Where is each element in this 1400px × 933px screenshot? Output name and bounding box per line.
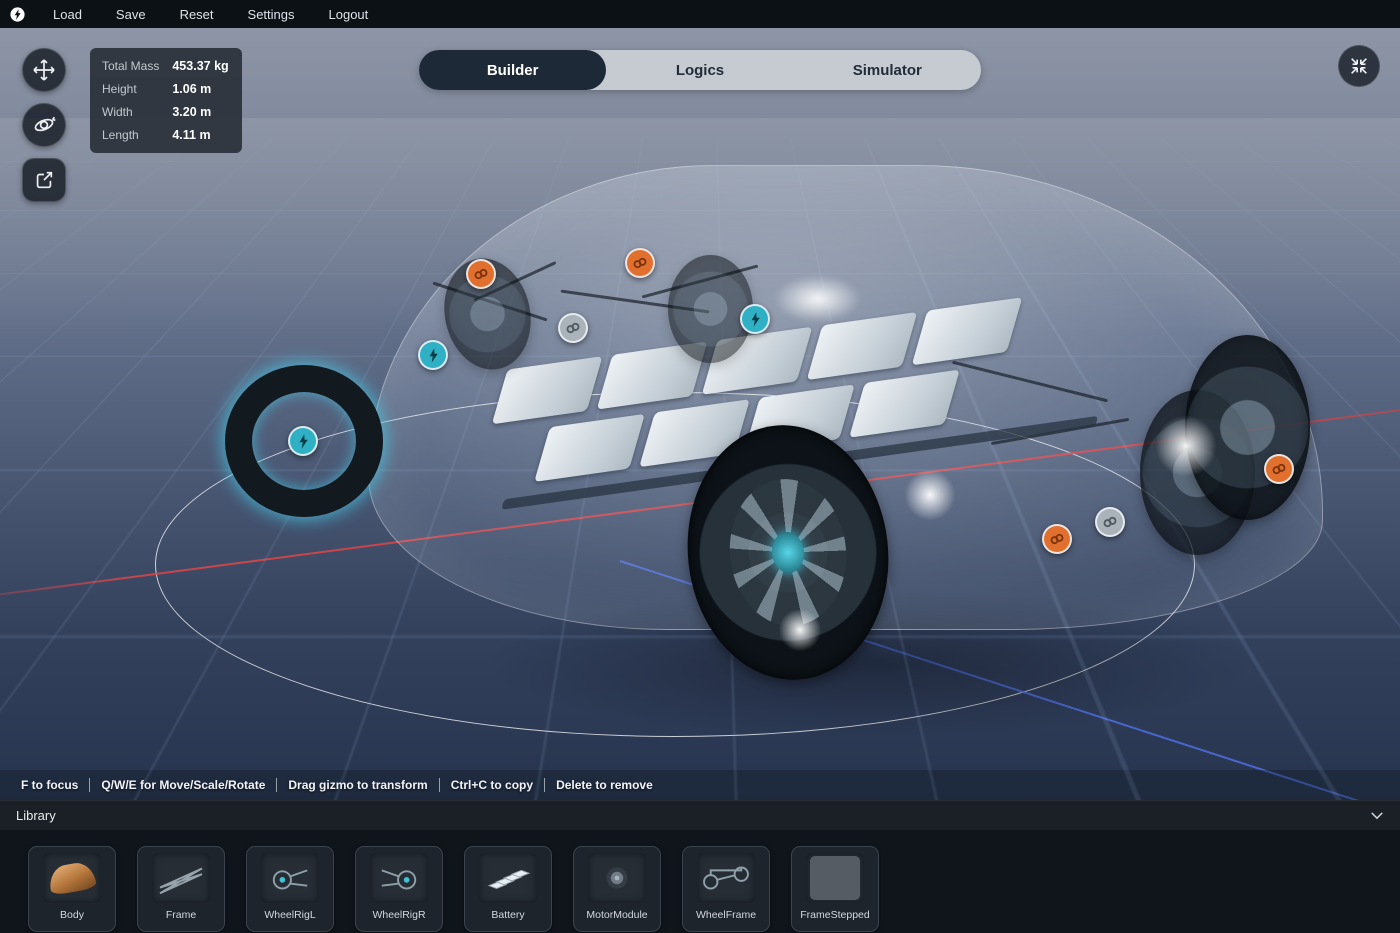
library-item-battery[interactable]: Battery	[464, 846, 552, 932]
menu-reset[interactable]: Reset	[163, 0, 231, 28]
library-item-label: MotorModule	[574, 909, 660, 921]
menubar: Load Save Reset Settings Logout	[0, 0, 1400, 28]
stat-value: 4.11 m	[172, 128, 230, 142]
menu-load[interactable]: Load	[36, 0, 99, 28]
wheel-rig-icon	[372, 857, 426, 899]
stat-value: 3.20 m	[172, 105, 230, 119]
power-icon	[295, 433, 312, 450]
battery-module	[534, 414, 645, 482]
power-connector-badge[interactable]	[288, 426, 318, 456]
export-tool-button[interactable]	[22, 158, 66, 202]
menu-settings[interactable]: Settings	[231, 0, 312, 28]
link-connector-badge[interactable]	[1042, 524, 1072, 554]
body-highlight	[770, 273, 865, 325]
collapse-view-button[interactable]	[1338, 45, 1380, 87]
motor-icon	[590, 857, 644, 899]
menu-save[interactable]: Save	[99, 0, 163, 28]
link-connector-badge[interactable]	[466, 259, 496, 289]
library-item-body[interactable]: Body	[28, 846, 116, 932]
link-connector-badge[interactable]	[1264, 454, 1294, 484]
mode-tabbar: Builder Logics Simulator	[419, 50, 981, 90]
library-item-framestepped[interactable]: FrameStepped	[791, 846, 879, 932]
body-shape-icon	[47, 860, 97, 896]
tab-simulator[interactable]: Simulator	[794, 50, 981, 90]
link-connector-badge-inactive[interactable]	[1095, 507, 1125, 537]
hint-text: Q/W/E for Move/Scale/Rotate	[89, 778, 276, 792]
library-item-wheelrigr[interactable]: WheelRigR	[355, 846, 443, 932]
library-item-label: WheelRigR	[356, 909, 442, 921]
hint-text: Ctrl+C to copy	[439, 778, 544, 792]
collapse-icon	[1348, 55, 1370, 77]
wheelrigr-thumbnail	[370, 853, 428, 903]
headlight-glow	[900, 465, 960, 525]
link-icon	[472, 265, 490, 283]
library-item-label: WheelFrame	[683, 909, 769, 921]
rotate-tool-button[interactable]	[22, 103, 66, 147]
transform-tools	[22, 48, 66, 202]
library-item-motormodule[interactable]: MotorModule	[573, 846, 661, 932]
power-connector-badge[interactable]	[740, 304, 770, 334]
stat-label: Total Mass	[102, 59, 159, 73]
library-item-frame[interactable]: Frame	[137, 846, 225, 932]
body-thumbnail	[43, 853, 101, 903]
library-item-label: FrameStepped	[792, 909, 878, 921]
frame-icon	[154, 857, 208, 899]
power-icon	[747, 311, 764, 328]
stat-label: Height	[102, 82, 159, 96]
tab-builder[interactable]: Builder	[419, 50, 606, 90]
library-item-wheelrigl[interactable]: WheelRigL	[246, 846, 334, 932]
wheel-rig-icon	[263, 857, 317, 899]
tab-logics[interactable]: Logics	[606, 50, 793, 90]
move-tool-button[interactable]	[22, 48, 66, 92]
frame-stepped-shape-icon	[810, 856, 860, 900]
link-icon	[1048, 530, 1066, 548]
link-icon	[1101, 513, 1119, 531]
link-icon	[564, 319, 582, 337]
library-item-label: Body	[29, 909, 115, 921]
stat-value: 1.06 m	[172, 82, 230, 96]
motormodule-thumbnail	[588, 853, 646, 903]
move-icon	[32, 58, 56, 82]
rear-right-inner-wheel[interactable]	[668, 255, 753, 363]
library-item-label: WheelRigL	[247, 909, 333, 921]
dimensions-panel: Total Mass 453.37 kg Height 1.06 m Width…	[90, 48, 242, 153]
app-logo-icon	[9, 6, 26, 23]
chevron-down-icon	[1370, 811, 1384, 820]
power-icon	[425, 347, 442, 364]
battery-thumbnail	[479, 853, 537, 903]
library-header[interactable]: Library	[0, 800, 1400, 830]
link-icon	[1270, 460, 1288, 478]
hint-text: Delete to remove	[544, 778, 664, 792]
library-item-wheelframe[interactable]: WheelFrame	[682, 846, 770, 932]
library-panel: Body Frame WheelRigL WheelRigR Battery	[0, 830, 1400, 933]
library-item-label: Frame	[138, 909, 224, 921]
rotate-icon	[32, 113, 56, 137]
framestepped-thumbnail	[806, 853, 864, 903]
wheelframe-thumbnail	[697, 853, 755, 903]
wheel-frame-icon	[699, 857, 753, 899]
hint-text: F to focus	[10, 778, 89, 792]
library-item-label: Battery	[465, 909, 551, 921]
power-connector-badge[interactable]	[418, 340, 448, 370]
wheel-glint	[775, 605, 825, 655]
link-connector-badge-inactive[interactable]	[558, 313, 588, 343]
link-connector-badge[interactable]	[625, 248, 655, 278]
stat-label: Length	[102, 128, 159, 142]
battery-module	[849, 370, 960, 438]
menu-logout[interactable]: Logout	[312, 0, 386, 28]
library-collapse-button[interactable]	[1370, 811, 1384, 820]
frame-thumbnail	[152, 853, 210, 903]
wheelrigl-thumbnail	[261, 853, 319, 903]
link-icon	[631, 254, 649, 272]
hint-bar: F to focus Q/W/E for Move/Scale/Rotate D…	[0, 770, 1400, 800]
hint-text: Drag gizmo to transform	[276, 778, 438, 792]
export-icon	[33, 169, 55, 191]
stat-label: Width	[102, 105, 159, 119]
menu-items: Load Save Reset Settings Logout	[36, 0, 385, 28]
stat-value: 453.37 kg	[172, 59, 230, 73]
headlight-glow	[1150, 410, 1222, 482]
library-title: Library	[16, 808, 56, 823]
battery-icon	[481, 857, 535, 899]
library-cards: Body Frame WheelRigL WheelRigR Battery	[28, 846, 879, 932]
